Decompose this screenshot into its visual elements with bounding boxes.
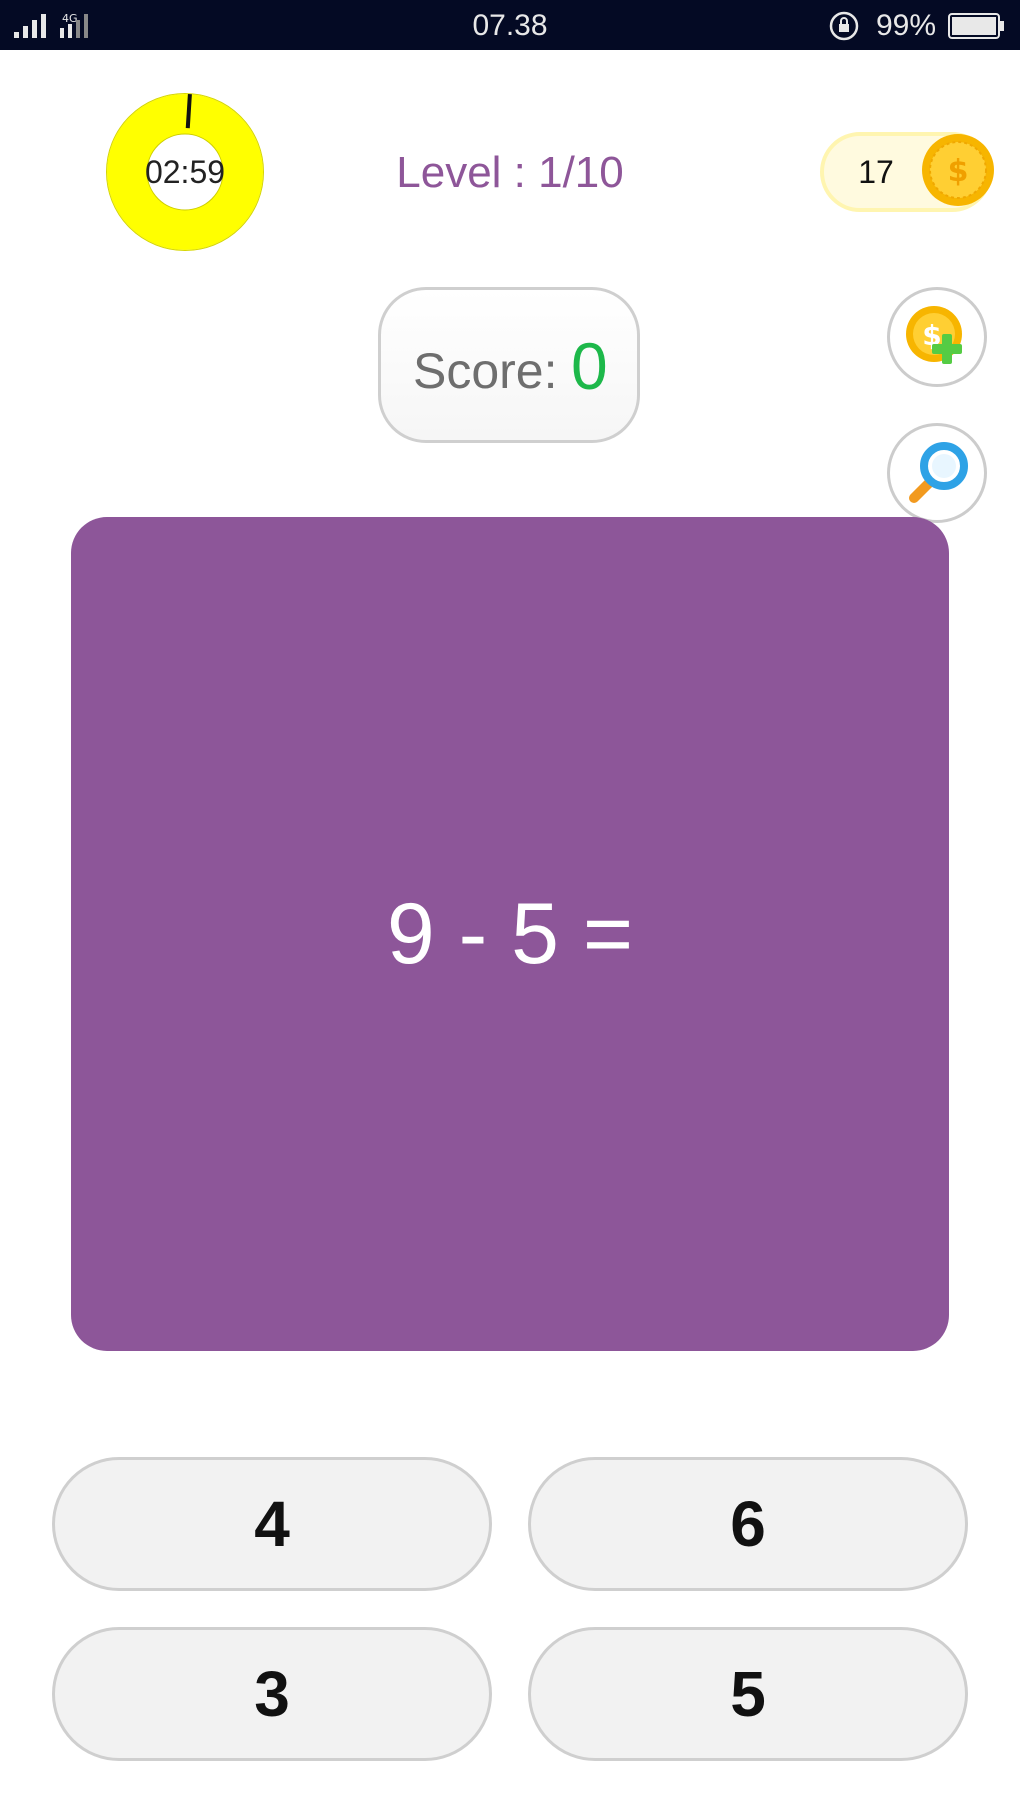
score-box: Score: 0 (378, 287, 640, 443)
coin-plus-icon: $ (906, 306, 962, 364)
score-value: 0 (571, 329, 608, 403)
coin-icon: $ (920, 132, 996, 213)
status-time: 07.38 (472, 9, 548, 42)
score-label: Score: (413, 343, 558, 399)
answer-option-1[interactable]: 4 (52, 1457, 492, 1591)
status-bar: 4G 07.38 99% (0, 0, 1020, 50)
magnifier-icon (909, 442, 968, 503)
coin-count: 17 (858, 154, 894, 190)
coin-balance: 17 $ (820, 132, 994, 212)
level-indicator: Level : 1/10 (396, 148, 624, 197)
question-card: 9 - 5 = (71, 517, 949, 1351)
rotation-lock-icon (828, 10, 862, 47)
battery-percent: 99% (876, 9, 937, 42)
answer-option-2[interactable]: 6 (528, 1457, 968, 1591)
svg-text:$: $ (948, 154, 969, 189)
timer-text: 02:59 (144, 154, 226, 190)
add-coins-button[interactable]: $ (887, 287, 987, 387)
answer-option-4[interactable]: 5 (528, 1627, 968, 1761)
battery-icon (948, 13, 1006, 44)
countdown-timer: 02:59 (105, 92, 265, 252)
answer-option-3[interactable]: 3 (52, 1627, 492, 1761)
question-text: 9 - 5 = (386, 886, 634, 982)
hint-button[interactable] (887, 423, 987, 523)
